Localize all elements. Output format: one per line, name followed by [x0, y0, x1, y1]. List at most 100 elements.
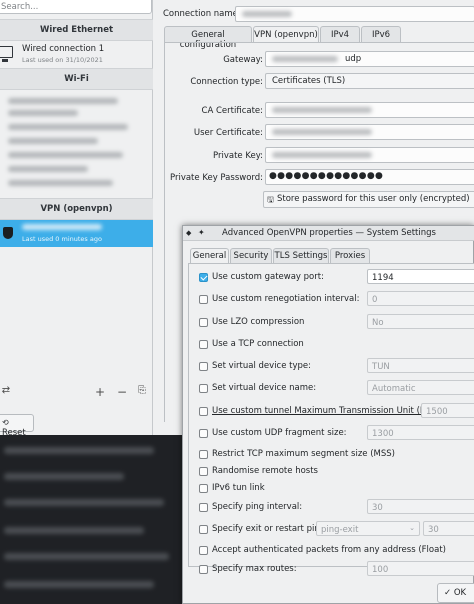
add-icon[interactable]: +	[92, 385, 108, 399]
connection-type-select[interactable]: Certificates (TLS)	[265, 73, 474, 89]
monitor-icon	[0, 46, 13, 62]
checkbox[interactable]	[199, 384, 208, 393]
window-menu-icon[interactable]: ◆	[186, 226, 191, 240]
sidebar-toolbar: ⇄ + − ⎘	[0, 383, 153, 405]
ca-certificate-input[interactable]	[265, 102, 474, 118]
checkbox[interactable]	[199, 362, 208, 371]
search-input[interactable]: Search...	[0, 0, 152, 14]
general-options-panel: Use custom gateway port: 1194 Use custom…	[188, 263, 474, 576]
checkbox[interactable]	[199, 467, 208, 476]
wired-connection-name: Wired connection 1	[22, 44, 105, 54]
password-mask: ●●●●●●●●●●●●●●	[269, 171, 384, 181]
tab-security[interactable]: Security	[230, 248, 272, 263]
option-label: IPv6 tun link	[212, 483, 265, 493]
ok-button[interactable]: ✓ OK	[437, 583, 474, 603]
checkbox[interactable]	[199, 407, 208, 416]
connections-sidebar: Search... Wired Ethernet Wired connectio…	[0, 0, 153, 438]
remove-icon[interactable]: −	[114, 385, 130, 399]
checkbox[interactable]	[199, 429, 208, 438]
option-label: Specify exit or restart ping:	[212, 524, 328, 534]
reset-label: Reset	[2, 428, 26, 438]
ping-action-value: ping-exit	[321, 525, 359, 535]
max-routes-input[interactable]: 100	[367, 561, 474, 576]
configure-icon[interactable]: ⇄	[0, 385, 14, 396]
chevron-down-icon: ⌄	[409, 524, 415, 532]
checkbox[interactable]	[199, 565, 208, 574]
store-password-label: Store password for this user only (encry…	[277, 194, 470, 204]
checkbox[interactable]	[199, 450, 208, 459]
store-password-button[interactable]: 🖫 Store password for this user only (enc…	[263, 191, 474, 208]
checkbox[interactable]	[199, 503, 208, 512]
mtu-input[interactable]: 1500	[421, 403, 474, 418]
reset-button[interactable]: ⟲ Reset	[0, 414, 34, 438]
private-key-password-input[interactable]: ●●●●●●●●●●●●●●	[265, 169, 474, 185]
vpn-connection-subtitle: Last used 0 minutes ago	[22, 235, 102, 243]
tab-proxies[interactable]: Proxies	[330, 248, 370, 263]
checkbox[interactable]	[199, 340, 208, 349]
section-wifi: Wi-Fi	[0, 68, 153, 90]
gateway-protocol-text: udp	[345, 54, 362, 64]
checkbox[interactable]	[199, 484, 208, 493]
renegotiation-interval-input[interactable]: 0	[367, 291, 474, 306]
option-label: Use custom gateway port:	[212, 272, 324, 282]
option-label: Use custom tunnel Maximum Transmission U…	[212, 406, 445, 416]
option-label: Accept authenticated packets from any ad…	[212, 545, 446, 555]
section-vpn: VPN (openvpn)	[0, 198, 153, 220]
tab-general[interactable]: General	[190, 248, 229, 264]
option-label: Randomise remote hosts	[212, 466, 318, 476]
tab-ipv4[interactable]: IPv4	[320, 26, 360, 42]
option-label: Set virtual device name:	[212, 383, 317, 393]
virtual-device-type-select[interactable]: TUN	[367, 358, 474, 373]
checkbox[interactable]	[199, 546, 208, 555]
dialog-titlebar[interactable]: ◆ ✦ Advanced OpenVPN properties — System…	[183, 226, 474, 241]
dialog-title: Advanced OpenVPN properties — System Set…	[222, 228, 436, 238]
section-wired-ethernet: Wired Ethernet	[0, 19, 153, 41]
user-certificate-input[interactable]	[265, 124, 474, 140]
tab-ipv6[interactable]: IPv6	[361, 26, 401, 42]
private-key-label: Private Key:	[213, 151, 263, 161]
option-label: Use a TCP connection	[212, 339, 304, 349]
option-label: Use LZO compression	[212, 317, 305, 327]
wired-connection-subtitle: Last used on 31/10/2021	[22, 56, 103, 64]
checkbox[interactable]	[199, 525, 208, 534]
option-label: Specify max routes:	[212, 564, 297, 574]
vpn-connection-name	[22, 224, 102, 230]
checkbox[interactable]	[199, 295, 208, 304]
gateway-label: Gateway:	[223, 55, 263, 65]
checkbox[interactable]	[199, 273, 208, 282]
wifi-list[interactable]	[0, 90, 153, 200]
export-icon[interactable]: ⎘	[134, 385, 150, 396]
check-icon: ✓	[444, 588, 452, 598]
pin-icon[interactable]: ✦	[198, 226, 205, 240]
tab-general-configuration[interactable]: General configuration	[164, 26, 252, 50]
tab-tls-settings[interactable]: TLS Settings	[273, 248, 329, 263]
advanced-openvpn-dialog: ◆ ✦ Advanced OpenVPN properties — System…	[182, 225, 474, 604]
ping-action-select[interactable]: ping-exit ⌄	[316, 521, 420, 536]
tab-vpn-openvpn[interactable]: VPN (openvpn)	[253, 26, 319, 43]
ping-interval-input[interactable]: 30	[367, 499, 474, 514]
option-label: Restrict TCP maximum segment size (MSS)	[212, 449, 395, 459]
udp-fragment-size-input[interactable]: 1300	[367, 425, 474, 440]
private-key-input[interactable]	[265, 147, 474, 163]
lzo-compression-select[interactable]: No	[367, 314, 474, 329]
connection-name-input[interactable]	[235, 6, 474, 22]
option-label: Set virtual device type:	[212, 361, 312, 371]
gateway-input[interactable]: udp	[265, 51, 474, 67]
save-icon: 🖫	[267, 195, 274, 204]
exit-restart-ping-input[interactable]: 30	[423, 521, 474, 536]
vpn-connection-item[interactable]: Last used 0 minutes ago	[0, 220, 153, 247]
connection-type-label: Connection type:	[190, 77, 263, 87]
option-label: Use custom UDP fragment size:	[212, 428, 347, 438]
ok-label: OK	[453, 588, 467, 598]
option-label: Specify ping interval:	[212, 502, 303, 512]
connection-type-value: Certificates (TLS)	[272, 76, 346, 86]
wired-connection-item[interactable]: Wired connection 1 Last used on 31/10/20…	[0, 41, 153, 69]
option-label: Use custom renegotiation interval:	[212, 294, 360, 304]
private-key-password-label: Private Key Password:	[169, 173, 263, 183]
reset-icon: ⟲	[2, 418, 9, 427]
gateway-port-input[interactable]: 1194	[367, 269, 474, 284]
virtual-device-name-input[interactable]: Automatic	[367, 380, 474, 395]
ca-certificate-label: CA Certificate:	[201, 106, 263, 116]
shield-lock-icon	[3, 227, 13, 239]
checkbox[interactable]	[199, 318, 208, 327]
